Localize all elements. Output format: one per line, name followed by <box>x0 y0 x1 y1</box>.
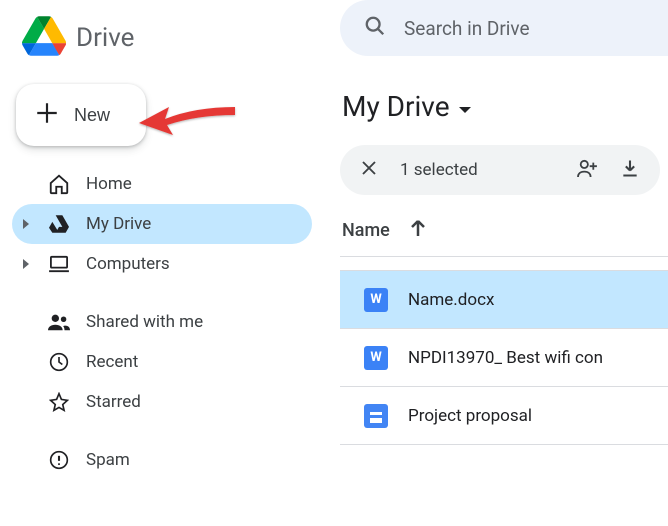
search-bar[interactable]: Search in Drive <box>340 0 668 56</box>
file-row[interactable]: W NPDI13970_ Best wifi con <box>340 329 668 387</box>
sidebar-item-my-drive[interactable]: My Drive <box>12 204 312 244</box>
drive-logo-icon <box>22 16 66 60</box>
file-list: W Name.docx W NPDI13970_ Best wifi con P… <box>340 256 668 445</box>
sidebar-item-computers[interactable]: Computers <box>12 244 312 284</box>
search-icon <box>364 15 386 42</box>
sidebar-item-recent[interactable]: Recent <box>12 342 312 382</box>
selection-count: 1 selected <box>400 160 478 180</box>
column-header-name[interactable]: Name <box>340 219 668 242</box>
sidebar-item-label: Recent <box>86 352 138 372</box>
plus-icon <box>34 100 60 131</box>
sidebar-item-shared[interactable]: Shared with me <box>12 302 312 342</box>
clock-icon <box>46 352 72 372</box>
brand-title: Drive <box>76 23 134 53</box>
chevron-right-icon <box>22 259 32 269</box>
new-button-label: New <box>74 105 110 126</box>
sidebar-nav: Home My Drive Computers <box>0 164 340 480</box>
selection-bar: 1 selected <box>340 145 660 195</box>
search-placeholder: Search in Drive <box>404 17 530 40</box>
computers-icon <box>46 255 72 273</box>
chevron-down-icon <box>458 90 472 123</box>
drive-icon <box>46 215 72 233</box>
download-icon[interactable] <box>620 158 640 183</box>
file-name: Project proposal <box>408 406 532 426</box>
star-icon <box>46 392 72 412</box>
file-name: NPDI13970_ Best wifi con <box>408 348 603 368</box>
file-name: Name.docx <box>408 290 494 310</box>
sidebar-item-label: Spam <box>86 450 130 470</box>
sidebar-item-label: Starred <box>86 392 141 412</box>
sidebar-item-label: Shared with me <box>86 312 203 332</box>
file-row[interactable]: Project proposal <box>340 387 668 445</box>
brand: Drive <box>0 6 340 64</box>
column-label: Name <box>342 220 390 241</box>
new-button[interactable]: New <box>16 84 146 146</box>
file-row[interactable]: W Name.docx <box>340 271 668 329</box>
google-doc-icon <box>364 404 388 428</box>
sidebar-item-label: My Drive <box>86 214 151 234</box>
share-icon[interactable] <box>576 159 598 182</box>
word-doc-icon: W <box>364 346 388 370</box>
sidebar-item-label: Home <box>86 174 132 194</box>
page-title: My Drive <box>342 90 450 123</box>
sidebar-item-label: Computers <box>86 254 170 274</box>
sidebar-item-spam[interactable]: Spam <box>12 440 312 480</box>
location-dropdown[interactable]: My Drive <box>340 90 668 123</box>
word-doc-icon: W <box>364 288 388 312</box>
people-icon <box>46 313 72 331</box>
chevron-right-icon <box>22 219 32 229</box>
home-icon <box>46 173 72 195</box>
sidebar-item-home[interactable]: Home <box>12 164 312 204</box>
sort-arrow-up-icon[interactable] <box>410 219 426 242</box>
spam-icon <box>46 450 72 470</box>
close-icon[interactable] <box>360 159 378 182</box>
sidebar-item-starred[interactable]: Starred <box>12 382 312 422</box>
